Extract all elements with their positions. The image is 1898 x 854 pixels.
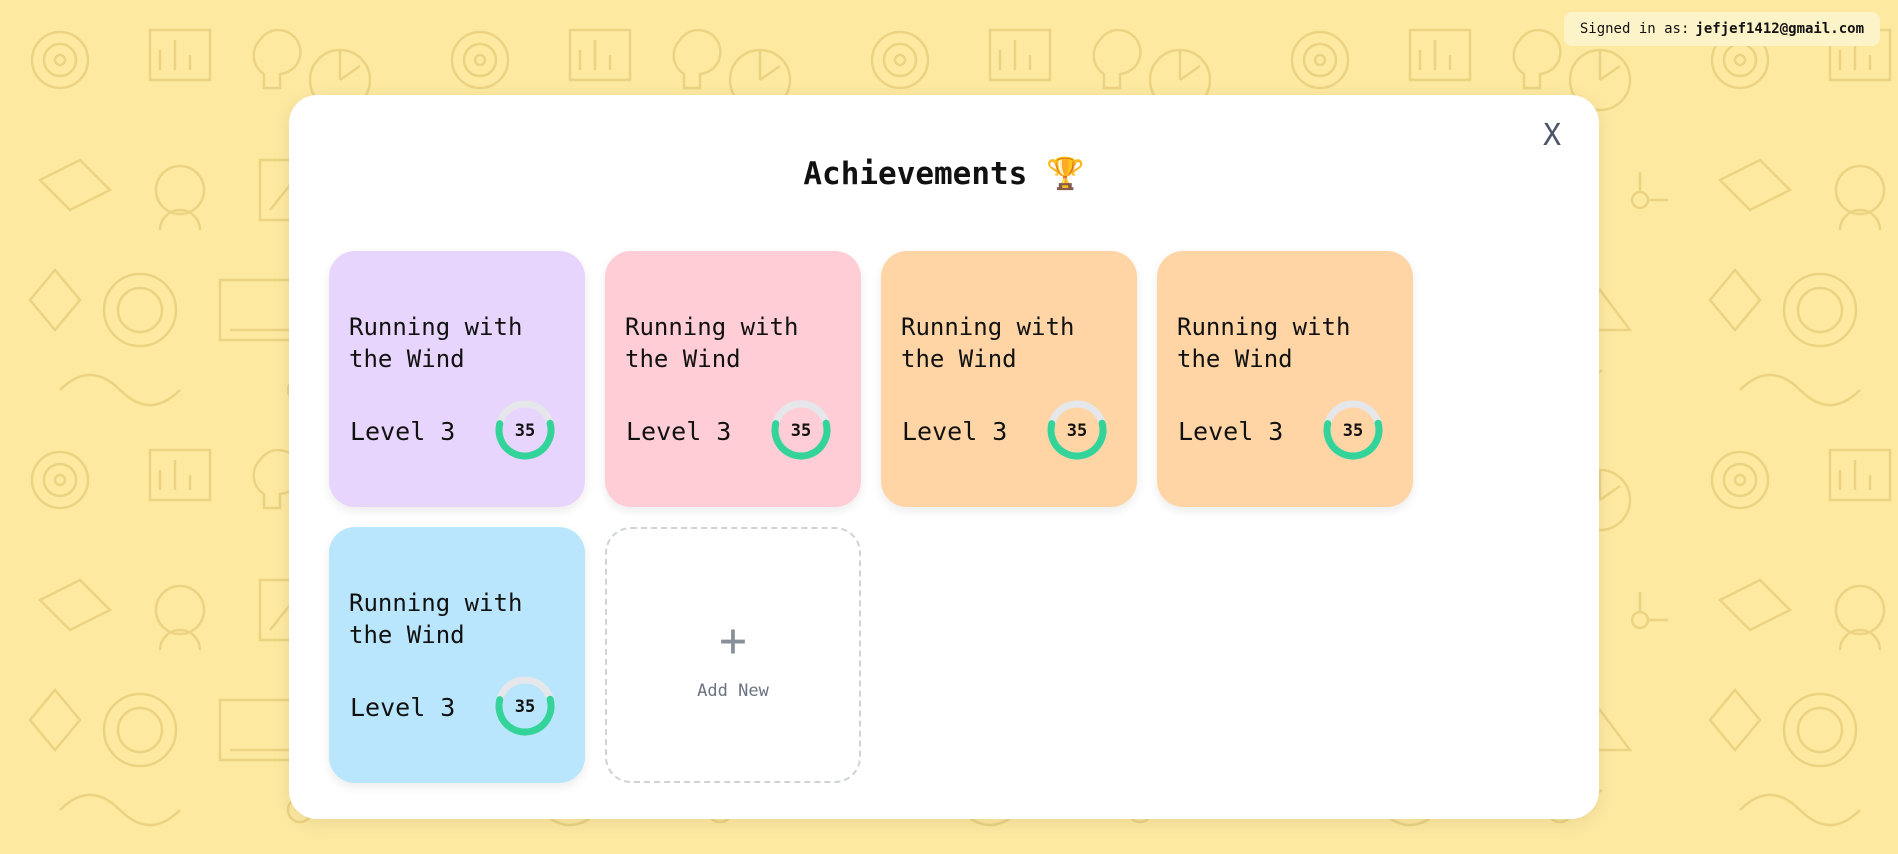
achievement-level: Level 3 bbox=[1178, 417, 1284, 446]
progress-value: 35 bbox=[1343, 421, 1363, 441]
achievement-card[interactable]: Running with the Wind Level 3 35 bbox=[605, 251, 861, 507]
achievement-name: Running with the Wind bbox=[349, 589, 523, 649]
progress-value: 35 bbox=[1067, 421, 1087, 441]
achievement-card[interactable]: Running with the Wind Level 3 35 bbox=[329, 527, 585, 783]
achievement-card[interactable]: Running with the Wind Level 3 35 bbox=[329, 251, 585, 507]
progress-ring: 35 bbox=[495, 400, 555, 460]
progress-ring: 35 bbox=[1047, 400, 1107, 460]
progress-ring: 35 bbox=[495, 676, 555, 736]
achievement-card[interactable]: Running with the Wind Level 3 35 bbox=[881, 251, 1137, 507]
achievement-level: Level 3 bbox=[626, 417, 732, 446]
achievement-name: Running with the Wind bbox=[1177, 313, 1351, 373]
progress-ring: 35 bbox=[1323, 400, 1383, 460]
progress-value: 35 bbox=[791, 421, 811, 441]
achievement-name: Running with the Wind bbox=[625, 313, 799, 373]
progress-value: 35 bbox=[515, 421, 535, 441]
close-button[interactable]: X bbox=[1543, 121, 1561, 151]
add-new-label: Add New bbox=[697, 681, 769, 701]
achievement-card[interactable]: Running with the Wind Level 3 35 bbox=[1157, 251, 1413, 507]
achievement-level: Level 3 bbox=[902, 417, 1008, 446]
achievement-name: Running with the Wind bbox=[349, 313, 523, 373]
modal-title: Achievements 🏆 bbox=[803, 156, 1085, 192]
progress-value: 35 bbox=[515, 697, 535, 717]
achievement-level: Level 3 bbox=[350, 693, 456, 722]
signed-in-label: Signed in as: bbox=[1579, 21, 1690, 37]
achievement-name: Running with the Wind bbox=[901, 313, 1075, 373]
progress-ring: 35 bbox=[771, 400, 831, 460]
plus-icon: + bbox=[719, 613, 747, 667]
achievements-modal: X Achievements 🏆 + Add New Running with … bbox=[289, 95, 1599, 819]
add-new-card[interactable]: + Add New bbox=[605, 527, 861, 783]
signed-in-badge: Signed in as: jefjef1412@gmail.com bbox=[1563, 12, 1880, 46]
user-email: jefjef1412@gmail.com bbox=[1695, 21, 1864, 37]
achievement-level: Level 3 bbox=[350, 417, 456, 446]
